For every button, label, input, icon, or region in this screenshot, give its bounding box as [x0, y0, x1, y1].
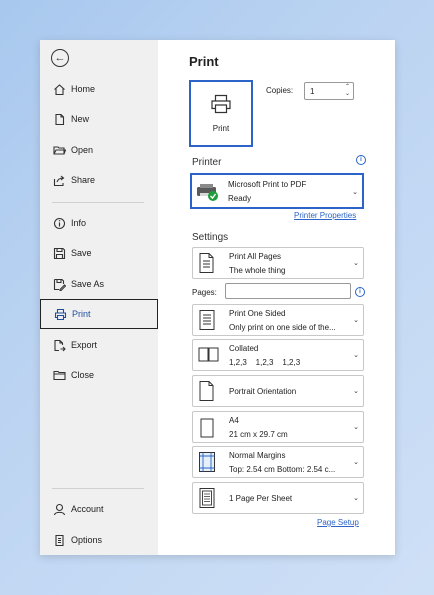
- new-document-icon: [52, 112, 66, 126]
- chevron-down-icon: ⌄: [353, 424, 359, 431]
- export-icon: [52, 338, 66, 352]
- print-backstage-window: ← Home New Open Share Info Save Save As …: [40, 40, 395, 555]
- folder-open-icon: [52, 143, 66, 157]
- sidebar-item-label: Print: [72, 309, 91, 319]
- margins-dropdown[interactable]: Normal Margins Top: 2.54 cm Bottom: 2.54…: [192, 446, 364, 478]
- chevron-down-icon: ⌄: [352, 189, 358, 196]
- spinner-arrows-icon[interactable]: ⌃ ⌄: [345, 84, 350, 98]
- sides-dropdown[interactable]: Print One Sided Only print on one side o…: [192, 304, 364, 336]
- pages-label: Pages:: [192, 288, 217, 297]
- setting-primary-text: Print One Sided: [229, 309, 286, 318]
- printer-name: Microsoft Print to PDF: [228, 180, 307, 189]
- print-button-label: Print: [212, 124, 230, 133]
- paper-size-dropdown[interactable]: A4 21 cm x 29.7 cm ⌄: [192, 411, 364, 443]
- copies-stepper[interactable]: 1 ⌃ ⌄: [304, 82, 354, 100]
- sidebar-item-export[interactable]: Export: [40, 330, 158, 360]
- back-arrow-icon[interactable]: ←: [51, 49, 69, 67]
- sidebar-item-label: Export: [71, 340, 98, 350]
- setting-primary-text: Print All Pages: [229, 252, 282, 261]
- copies-value: 1: [310, 86, 315, 96]
- save-icon: [52, 246, 66, 260]
- printer-icon: [53, 307, 67, 321]
- one-sided-icon: [198, 309, 216, 331]
- save-as-icon: [52, 277, 66, 291]
- pages-per-sheet-dropdown[interactable]: 1 Page Per Sheet ⌄: [192, 482, 364, 514]
- sidebar-item-label: Info: [71, 218, 87, 228]
- sidebar-item-label: New: [71, 114, 90, 124]
- close-folder-icon: [52, 368, 66, 382]
- share-icon: [52, 173, 66, 187]
- setting-primary-text: Normal Margins: [229, 451, 286, 460]
- setting-secondary-text: Only print on one side of the...: [229, 323, 336, 332]
- setting-primary-text: Portrait Orientation: [229, 387, 297, 396]
- sidebar-item-label: Share: [71, 175, 96, 185]
- setting-secondary-text: 21 cm x 29.7 cm: [229, 430, 288, 439]
- sidebar-item-home[interactable]: Home: [40, 74, 158, 104]
- pages-input[interactable]: [225, 283, 351, 299]
- margins-icon: [198, 451, 216, 473]
- sidebar-item-options[interactable]: Options: [40, 525, 158, 555]
- sidebar-item-label: Account: [71, 504, 104, 514]
- collated-icon: [198, 346, 220, 368]
- sidebar-item-open[interactable]: Open: [40, 135, 158, 165]
- chevron-down-icon: ⌄: [353, 317, 359, 324]
- home-icon: [52, 82, 66, 96]
- sidebar-item-print[interactable]: Print: [40, 299, 158, 329]
- chevron-down-icon: ⌄: [353, 352, 359, 359]
- sidebar-item-label: Options: [71, 535, 103, 545]
- options-icon: [52, 533, 66, 547]
- setting-primary-text: 1 Page Per Sheet: [229, 494, 293, 503]
- chevron-down-icon: ⌄: [353, 495, 359, 502]
- copies-label: Copies:: [266, 86, 294, 95]
- page-title: Print: [189, 54, 219, 69]
- account-icon: [52, 502, 66, 516]
- print-range-dropdown[interactable]: Print All Pages The whole thing ⌄: [192, 247, 364, 279]
- print-button[interactable]: Print: [189, 80, 253, 147]
- sidebar-item-save[interactable]: Save: [40, 238, 158, 268]
- printer-section-title: Printer: [192, 157, 222, 168]
- info-icon[interactable]: i: [356, 155, 366, 165]
- setting-secondary-text: The whole thing: [229, 266, 286, 275]
- pages-per-sheet-icon: [198, 487, 216, 509]
- page-setup-link[interactable]: Page Setup: [317, 518, 359, 527]
- chevron-down-icon: ⌄: [353, 260, 359, 267]
- printer-icon: [210, 94, 232, 119]
- sidebar-item-label: Open: [71, 145, 94, 155]
- portrait-orientation-icon: [198, 380, 216, 402]
- sidebar-item-close[interactable]: Close: [40, 360, 158, 390]
- printer-status: Ready: [228, 194, 252, 203]
- sidebar-item-save-as[interactable]: Save As: [40, 269, 158, 299]
- print-panel: Print Print Copies: 1 ⌃ ⌄ Printer i Micr…: [158, 40, 395, 555]
- orientation-dropdown[interactable]: Portrait Orientation ⌄: [192, 375, 364, 407]
- setting-primary-text: A4: [229, 416, 239, 425]
- printer-dropdown[interactable]: Microsoft Print to PDF Ready ⌄: [190, 173, 364, 209]
- info-icon: [52, 216, 66, 230]
- setting-secondary-text: Top: 2.54 cm Bottom: 2.54 c...: [229, 465, 336, 474]
- chevron-down-icon: ⌄: [353, 388, 359, 395]
- settings-section-title: Settings: [192, 232, 229, 243]
- sidebar-item-new[interactable]: New: [40, 104, 158, 134]
- printer-device-icon: [196, 181, 220, 208]
- chevron-down-icon: ⌄: [353, 459, 359, 466]
- printer-properties-link[interactable]: Printer Properties: [294, 211, 356, 220]
- sidebar-item-info[interactable]: Info: [40, 208, 158, 238]
- sidebar-divider: [52, 202, 144, 203]
- paper-size-icon: [198, 417, 216, 439]
- info-icon[interactable]: i: [355, 287, 365, 297]
- sidebar-item-label: Home: [71, 84, 96, 94]
- sidebar-item-label: Save: [71, 248, 92, 258]
- pages-icon: [198, 252, 216, 274]
- sidebar-item-label: Save As: [71, 279, 105, 289]
- sidebar-item-account[interactable]: Account: [40, 494, 158, 524]
- sidebar-item-label: Close: [71, 370, 95, 380]
- setting-secondary-text: 1,2,3 1,2,3 1,2,3: [229, 358, 301, 367]
- sidebar-divider: [52, 488, 144, 489]
- setting-primary-text: Collated: [229, 344, 259, 353]
- backstage-sidebar: ← Home New Open Share Info Save Save As …: [40, 40, 158, 555]
- sidebar-item-share[interactable]: Share: [40, 165, 158, 195]
- collation-dropdown[interactable]: Collated 1,2,3 1,2,3 1,2,3 ⌄: [192, 339, 364, 371]
